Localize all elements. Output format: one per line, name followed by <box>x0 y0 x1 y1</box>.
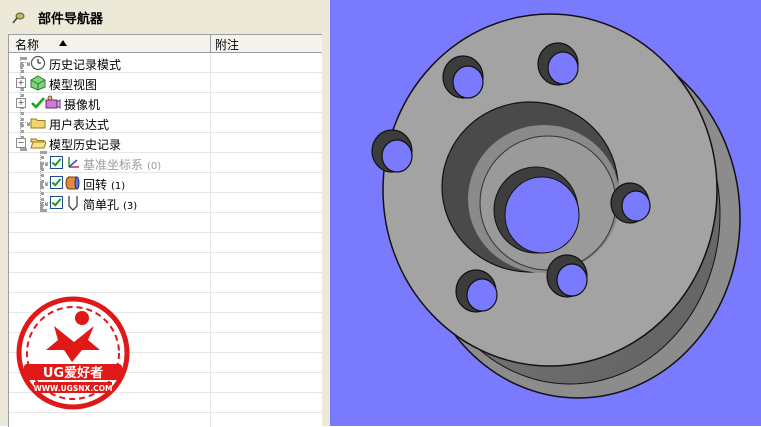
tree-item-history-mode[interactable]: 历史记录模式 <box>9 53 209 73</box>
sort-ascending-icon <box>59 40 67 46</box>
tree-item-label: 用户表达式 <box>49 118 110 132</box>
pin-icon[interactable] <box>12 10 26 24</box>
revolve-icon <box>65 176 80 190</box>
navigator-title-bar: 部件导航器 <box>0 0 330 32</box>
tree-item-label: 回转 (1) <box>83 178 126 192</box>
open-folder-icon <box>30 138 46 149</box>
folder-icon <box>30 118 46 129</box>
column-header-name[interactable]: 名称 <box>15 36 39 53</box>
camera-icon <box>45 95 61 109</box>
tree-item-label: 模型历史记录 <box>49 138 122 152</box>
tree-item-datum-csys[interactable]: 基准坐标系 (0) <box>9 153 209 173</box>
tree-item-cameras[interactable]: + 摄像机 <box>9 93 209 113</box>
model-view-icon <box>30 75 46 91</box>
tree-item-label: 摄像机 <box>64 98 101 112</box>
tree-item-model-views[interactable]: + 模型视图 <box>9 73 209 93</box>
tree-item-revolve[interactable]: 回转 (1) <box>9 173 209 193</box>
clock-icon <box>30 55 46 71</box>
part-model-render[interactable] <box>330 0 761 426</box>
datum-csys-icon <box>68 157 79 168</box>
watermark-brand-text: UG爱好者 <box>43 365 103 381</box>
tree-item-label: 简单孔 (3) <box>83 198 138 212</box>
checkbox-checked[interactable] <box>50 156 63 169</box>
part-navigator-panel: 部件导航器 名称 附注 历史记录模式 + 模型视图 + 摄像机 用户表达式 − … <box>0 0 330 427</box>
navigator-title: 部件导航器 <box>38 12 104 27</box>
watermark-url-text: WWW.UGSNX.COM <box>34 384 113 393</box>
collapse-minus-icon[interactable]: − <box>16 138 26 148</box>
expand-plus-icon[interactable]: + <box>16 98 26 108</box>
tree-item-label: 历史记录模式 <box>49 58 122 72</box>
hole-icon <box>68 196 78 211</box>
tree-item-label: 基准坐标系 (0) <box>83 158 162 172</box>
expand-plus-icon[interactable]: + <box>16 78 26 88</box>
ug-fans-watermark-logo: UG爱好者 WWW.UGSNX.COM <box>16 296 130 410</box>
checkmark-icon <box>31 97 45 109</box>
checkbox-checked[interactable] <box>50 176 63 189</box>
tree-item-model-history[interactable]: − 模型历史记录 <box>9 133 209 153</box>
tree-header: 名称 附注 <box>9 35 322 53</box>
graphics-viewport[interactable] <box>330 0 761 426</box>
column-header-comment[interactable]: 附注 <box>215 36 239 53</box>
tree-item-user-expressions[interactable]: 用户表达式 <box>9 113 209 133</box>
tree-item-label: 模型视图 <box>49 78 98 92</box>
tree-item-simple-hole[interactable]: 简单孔 (3) <box>9 193 209 213</box>
checkbox-checked[interactable] <box>50 196 63 209</box>
